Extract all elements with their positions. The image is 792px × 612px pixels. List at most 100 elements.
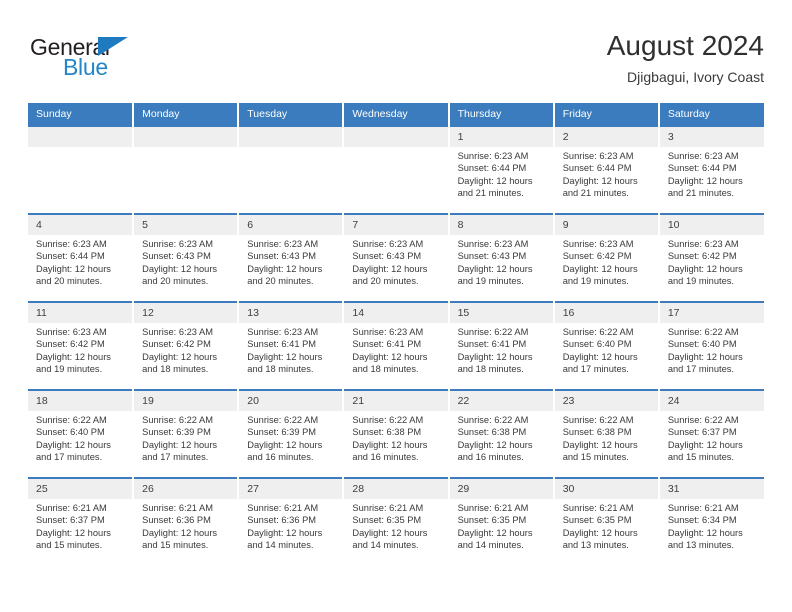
calendar-day-cell[interactable]: 18 Sunrise: 6:22 AM Sunset: 6:40 PM Dayligh… bbox=[28, 389, 135, 478]
calendar-day-cell[interactable]: 14 Sunrise: 6:23 AM Sunset: 6:41 PM Dayligh… bbox=[343, 301, 450, 390]
sunset-text: Sunset: 6:38 PM bbox=[562, 427, 632, 438]
daylight-text-line2: and 16 minutes. bbox=[352, 452, 419, 463]
day-details: Sunrise: 6:23 AM Sunset: 6:43 PM Daylight:… bbox=[134, 235, 237, 288]
day-number: 19 bbox=[134, 391, 238, 411]
daylight-text-line2: and 17 minutes. bbox=[667, 364, 734, 375]
sunset-text: Sunset: 6:42 PM bbox=[667, 251, 737, 262]
calendar-day-cell[interactable]: 22 Sunrise: 6:22 AM Sunset: 6:38 PM Dayligh… bbox=[448, 389, 555, 478]
daylight-text-line2: and 14 minutes. bbox=[247, 540, 314, 551]
sunset-text: Sunset: 6:41 PM bbox=[247, 339, 317, 350]
sunrise-text: Sunrise: 6:23 AM bbox=[352, 327, 424, 337]
calendar-day-cell[interactable]: 29 Sunrise: 6:21 AM Sunset: 6:35 PM Dayligh… bbox=[448, 477, 555, 565]
sunrise-text: Sunrise: 6:21 AM bbox=[457, 503, 529, 513]
sunset-text: Sunset: 6:42 PM bbox=[36, 339, 105, 350]
weekday-header-wednesday: Wednesday bbox=[343, 103, 450, 126]
calendar-day-cell[interactable]: 21 Sunrise: 6:22 AM Sunset: 6:38 PM Dayligh… bbox=[343, 389, 450, 478]
sunset-text: Sunset: 6:43 PM bbox=[352, 251, 422, 262]
calendar-day-cell[interactable]: 11 Sunrise: 6:23 AM Sunset: 6:42 PM Dayligh… bbox=[28, 301, 135, 390]
sunrise-text: Sunrise: 6:23 AM bbox=[142, 239, 213, 249]
sunset-text: Sunset: 6:44 PM bbox=[562, 163, 632, 174]
daylight-text-line1: Daylight: 12 hours bbox=[667, 439, 743, 450]
weekday-header-friday: Friday bbox=[553, 103, 660, 126]
daylight-text-line1: Daylight: 12 hours bbox=[36, 263, 111, 274]
calendar-day-cell[interactable]: 31 Sunrise: 6:21 AM Sunset: 6:34 PM Dayligh… bbox=[658, 477, 764, 565]
calendar-day-cell[interactable]: 30 Sunrise: 6:21 AM Sunset: 6:35 PM Dayligh… bbox=[553, 477, 660, 565]
calendar-day-cell[interactable]: 10 Sunrise: 6:23 AM Sunset: 6:42 PM Dayligh… bbox=[658, 213, 764, 302]
calendar-day-cell[interactable]: 3 Sunrise: 6:23 AM Sunset: 6:44 PM Daylight… bbox=[658, 125, 764, 214]
calendar-day-cell[interactable]: 2 Sunrise: 6:23 AM Sunset: 6:44 PM Daylight… bbox=[553, 125, 660, 214]
day-number: 12 bbox=[134, 303, 238, 323]
daylight-text-line2: and 16 minutes. bbox=[457, 452, 524, 463]
day-number: 24 bbox=[659, 391, 764, 411]
day-number: 1 bbox=[449, 127, 553, 147]
calendar-day-cell[interactable]: 16 Sunrise: 6:22 AM Sunset: 6:40 PM Dayligh… bbox=[553, 301, 660, 390]
calendar-day-cell[interactable]: 26 Sunrise: 6:21 AM Sunset: 6:36 PM Dayligh… bbox=[133, 477, 240, 565]
sunset-text: Sunset: 6:38 PM bbox=[457, 427, 527, 438]
calendar-day-cell[interactable]: 12 Sunrise: 6:23 AM Sunset: 6:42 PM Dayligh… bbox=[133, 301, 240, 390]
calendar-day-cell[interactable]: 17 Sunrise: 6:22 AM Sunset: 6:40 PM Dayligh… bbox=[658, 301, 764, 390]
sunset-text: Sunset: 6:44 PM bbox=[36, 251, 105, 262]
sunrise-text: Sunrise: 6:23 AM bbox=[36, 327, 107, 337]
calendar-day-cell[interactable]: 7 Sunrise: 6:23 AM Sunset: 6:43 PM Daylight… bbox=[343, 213, 450, 302]
daylight-text-line2: and 18 minutes. bbox=[247, 364, 314, 375]
sunset-text: Sunset: 6:43 PM bbox=[142, 251, 211, 262]
sunset-text: Sunset: 6:40 PM bbox=[562, 339, 632, 350]
day-number bbox=[134, 127, 238, 147]
sunset-text: Sunset: 6:42 PM bbox=[142, 339, 211, 350]
calendar-day-cell[interactable]: 23 Sunrise: 6:22 AM Sunset: 6:38 PM Dayligh… bbox=[553, 389, 660, 478]
general-blue-logo[interactable]: General Blue bbox=[30, 34, 190, 86]
daylight-text-line1: Daylight: 12 hours bbox=[562, 263, 638, 274]
calendar-day-cell[interactable]: 1 Sunrise: 6:23 AM Sunset: 6:44 PM Daylight… bbox=[448, 125, 555, 214]
day-number: 2 bbox=[554, 127, 658, 147]
calendar-day-cell[interactable]: 8 Sunrise: 6:23 AM Sunset: 6:43 PM Daylight… bbox=[448, 213, 555, 302]
calendar-day-cell[interactable]: 20 Sunrise: 6:22 AM Sunset: 6:39 PM Dayligh… bbox=[238, 389, 345, 478]
daylight-text-line1: Daylight: 12 hours bbox=[667, 351, 743, 362]
sunrise-text: Sunrise: 6:22 AM bbox=[352, 415, 424, 425]
calendar-day-cell[interactable]: 25 Sunrise: 6:21 AM Sunset: 6:37 PM Dayligh… bbox=[28, 477, 135, 565]
calendar-day-cell[interactable]: 6 Sunrise: 6:23 AM Sunset: 6:43 PM Daylight… bbox=[238, 213, 345, 302]
calendar-day-cell[interactable]: 4 Sunrise: 6:23 AM Sunset: 6:44 PM Daylight… bbox=[28, 213, 135, 302]
calendar-day-cell[interactable]: 28 Sunrise: 6:21 AM Sunset: 6:35 PM Dayligh… bbox=[343, 477, 450, 565]
day-number: 22 bbox=[449, 391, 553, 411]
daylight-text-line1: Daylight: 12 hours bbox=[667, 263, 743, 274]
daylight-text-line1: Daylight: 12 hours bbox=[562, 175, 638, 186]
calendar-day-cell[interactable]: 15 Sunrise: 6:22 AM Sunset: 6:41 PM Dayligh… bbox=[448, 301, 555, 390]
daylight-text-line1: Daylight: 12 hours bbox=[457, 351, 533, 362]
day-details: Sunrise: 6:22 AM Sunset: 6:37 PM Daylight:… bbox=[660, 411, 764, 464]
sunset-text: Sunset: 6:39 PM bbox=[142, 427, 211, 438]
day-details: Sunrise: 6:22 AM Sunset: 6:38 PM Daylight:… bbox=[450, 411, 553, 464]
sunset-text: Sunset: 6:40 PM bbox=[36, 427, 105, 438]
day-number: 21 bbox=[344, 391, 448, 411]
day-details: Sunrise: 6:21 AM Sunset: 6:35 PM Daylight:… bbox=[344, 499, 447, 552]
day-number: 30 bbox=[554, 479, 658, 499]
daylight-text-line1: Daylight: 12 hours bbox=[457, 175, 533, 186]
sunrise-text: Sunrise: 6:22 AM bbox=[36, 415, 107, 425]
calendar-day-cell[interactable]: 13 Sunrise: 6:23 AM Sunset: 6:41 PM Dayligh… bbox=[238, 301, 345, 390]
sunrise-text: Sunrise: 6:22 AM bbox=[142, 415, 213, 425]
calendar-day-cell[interactable]: 19 Sunrise: 6:22 AM Sunset: 6:39 PM Dayligh… bbox=[133, 389, 240, 478]
calendar-day-cell[interactable]: 5 Sunrise: 6:23 AM Sunset: 6:43 PM Daylight… bbox=[133, 213, 240, 302]
daylight-text-line2: and 13 minutes. bbox=[562, 540, 629, 551]
daylight-text-line1: Daylight: 12 hours bbox=[667, 527, 743, 538]
calendar-header-row: Sunday Monday Tuesday Wednesday Thursday Frid… bbox=[28, 103, 764, 126]
day-number: 9 bbox=[554, 215, 658, 235]
daylight-text-line1: Daylight: 12 hours bbox=[352, 263, 428, 274]
calendar-day-cell[interactable]: 9 Sunrise: 6:23 AM Sunset: 6:42 PM Daylight… bbox=[553, 213, 660, 302]
day-details: Sunrise: 6:23 AM Sunset: 6:44 PM Daylight:… bbox=[28, 235, 132, 288]
daylight-text-line2: and 21 minutes. bbox=[667, 188, 734, 199]
sunrise-text: Sunrise: 6:23 AM bbox=[667, 239, 739, 249]
day-number: 23 bbox=[554, 391, 658, 411]
calendar-day-cell[interactable]: 27 Sunrise: 6:21 AM Sunset: 6:36 PM Dayligh… bbox=[238, 477, 345, 565]
sunrise-text: Sunrise: 6:23 AM bbox=[352, 239, 424, 249]
day-details: Sunrise: 6:22 AM Sunset: 6:38 PM Daylight:… bbox=[555, 411, 658, 464]
daylight-text-line1: Daylight: 12 hours bbox=[247, 351, 323, 362]
day-details: Sunrise: 6:23 AM Sunset: 6:41 PM Daylight:… bbox=[239, 323, 342, 376]
calendar-day-cell[interactable]: 24 Sunrise: 6:22 AM Sunset: 6:37 PM Dayligh… bbox=[658, 389, 764, 478]
sunrise-text: Sunrise: 6:22 AM bbox=[247, 415, 319, 425]
daylight-text-line2: and 20 minutes. bbox=[247, 276, 314, 287]
sunrise-text: Sunrise: 6:21 AM bbox=[36, 503, 107, 513]
title-block: August 2024 Djigbagui, Ivory Coast bbox=[607, 28, 764, 88]
day-number: 8 bbox=[449, 215, 553, 235]
sunrise-text: Sunrise: 6:23 AM bbox=[36, 239, 107, 249]
sunrise-text: Sunrise: 6:23 AM bbox=[457, 151, 529, 161]
